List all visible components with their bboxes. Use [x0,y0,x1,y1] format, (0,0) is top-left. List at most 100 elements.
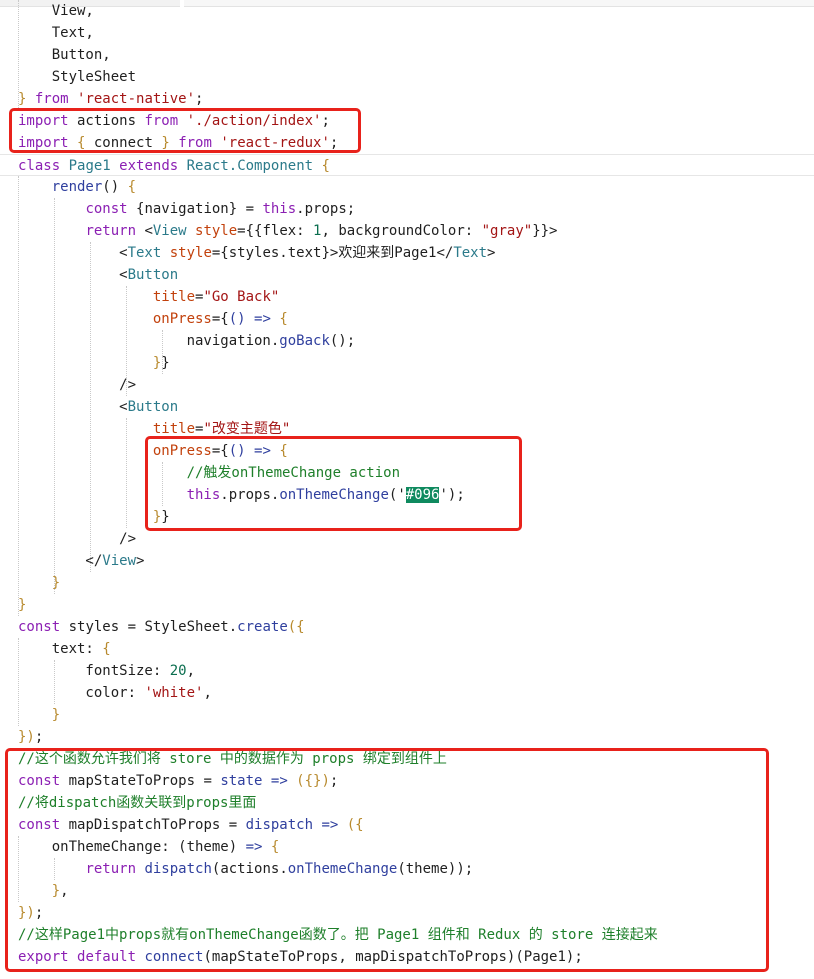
code-token: StyleSheet [18,69,137,85]
code-token: < [18,267,128,283]
code-line[interactable]: class Page1 extends React.Component { [0,154,814,176]
code-line[interactable]: return dispatch(actions.onThemeChange(th… [0,858,814,880]
code-line[interactable]: }); [0,902,814,924]
code-line[interactable]: onPress={() => { [0,440,814,462]
code-line[interactable]: this.props.onThemeChange('#096'); [0,484,814,506]
code-token: onThemeChange [287,861,398,877]
code-token: return [85,223,137,239]
code-token: style [186,223,238,239]
code-token: } [18,91,35,107]
code-line[interactable]: //触发onThemeChange action [0,462,814,484]
code-line[interactable]: import actions from './action/index'; [0,110,814,132]
code-token: View [152,223,187,239]
code-token: Text, [18,25,94,41]
code-token: './action/index' [186,113,322,129]
code-token: () => [228,311,271,327]
code-token: ={ [211,443,229,459]
code-token: style [161,245,212,261]
code-line[interactable]: View, [0,0,814,22]
code-token: } [161,355,170,371]
code-token: (); [329,333,356,349]
code-line[interactable]: }} [0,506,814,528]
code-line[interactable]: Button, [0,44,814,66]
code-token: "改变主题色" [203,421,291,437]
code-line[interactable]: text: { [0,638,814,660]
code-token: </ [18,553,103,569]
code-token: Button [127,267,179,283]
code-line[interactable]: //将dispatch函数关联到props里面 [0,792,814,814]
code-token: connect [144,949,204,965]
code-token: const [85,201,128,217]
code-token: { [321,158,330,174]
code-line[interactable]: fontSize: 20, [0,660,814,682]
code-line[interactable]: const mapStateToProps = state => ({}); [0,770,814,792]
code-line[interactable]: <Button [0,264,814,286]
code-token: (theme)); [397,861,474,877]
code-token: } [18,883,61,899]
code-token: 20 [169,663,187,679]
code-line[interactable]: <Text style={styles.text}>欢迎来到Page1</Tex… [0,242,814,264]
code-line[interactable]: render() { [0,176,814,198]
code-line[interactable]: </View> [0,550,814,572]
code-token: dispatch => [245,817,339,833]
code-line[interactable]: } [0,704,814,726]
code-line[interactable]: /> [0,528,814,550]
code-token: navigation. [18,333,280,349]
code-token: const [18,773,61,789]
code-token: { [262,839,280,855]
code-token: extends [119,158,179,174]
code-line[interactable]: //这样Page1中props就有onThemeChange函数了。把 Page… [0,924,814,946]
code-line[interactable]: return <View style={{flex: 1, background… [0,220,814,242]
code-line[interactable]: onPress={() => { [0,308,814,330]
code-line[interactable]: const styles = StyleSheet.create({ [0,616,814,638]
code-line[interactable]: }, [0,880,814,902]
code-line[interactable]: const {navigation} = this.props; [0,198,814,220]
code-token: 'react-redux' [220,135,330,151]
code-line[interactable]: title="改变主题色" [0,418,814,440]
code-line[interactable]: export default connect(mapStateToProps, … [0,946,814,968]
code-token: } [51,707,61,723]
code-token: from [178,135,212,151]
code-token: actions [68,113,145,129]
code-token: state => [220,773,288,789]
code-token: Page1 [60,158,120,174]
code-token: styles = StyleSheet. [60,619,238,635]
code-line[interactable]: onThemeChange: (theme) => { [0,836,814,858]
code-line[interactable]: } from 'react-native'; [0,88,814,110]
code-line[interactable]: //这个函数允许我们将 store 中的数据作为 props 绑定到组件上 [0,748,814,770]
code-token: .props; [296,201,356,217]
code-token: //触发onThemeChange action [186,465,401,481]
code-token: }}> [532,223,558,239]
code-line[interactable]: }); [0,726,814,748]
code-line[interactable]: } [0,572,814,594]
code-token: /> [18,531,137,547]
code-line[interactable]: Text, [0,22,814,44]
code-line[interactable]: /> [0,374,814,396]
code-line[interactable]: StyleSheet [0,66,814,88]
code-line[interactable]: navigation.goBack(); [0,330,814,352]
code-token: 'react-native' [77,91,196,107]
code-line[interactable]: import { connect } from 'react-redux'; [0,132,814,154]
code-token: mapStateToProps = [60,773,221,789]
code-token: from [144,113,179,129]
code-token: > [487,245,496,261]
code-line[interactable]: }} [0,352,814,374]
code-token: { [127,179,137,195]
code-token: {navigation} = [127,201,263,217]
code-line[interactable]: <Button [0,396,814,418]
code-token: } [51,575,61,591]
code-token: .props. [220,487,280,503]
code-line[interactable]: title="Go Back" [0,286,814,308]
code-token: Text [127,245,162,261]
code-token: React.Component [178,158,322,174]
code-line[interactable]: color: 'white', [0,682,814,704]
code-editor[interactable]: View, Text, Button, StyleSheet} from 're… [0,0,814,979]
code-token: Button [127,399,179,415]
code-token: onPress [152,311,212,327]
code-line[interactable]: } [0,594,814,616]
code-line[interactable]: const mapDispatchToProps = dispatch => (… [0,814,814,836]
